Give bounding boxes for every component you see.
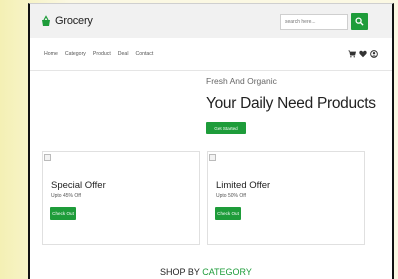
offer-title: Special Offer bbox=[51, 180, 106, 191]
basket-icon bbox=[42, 15, 50, 26]
offer-subtitle: Upto 50% Off bbox=[216, 193, 246, 199]
section-heading: SHOP BY CATEGORY bbox=[160, 267, 252, 277]
offer-card-special: Special Offer Upto 45% Off Check Out bbox=[42, 151, 200, 245]
search-icon bbox=[355, 17, 364, 26]
hero-title: Your Daily Need Products bbox=[206, 95, 376, 112]
broken-image-icon bbox=[209, 154, 216, 161]
logo[interactable]: Grocery bbox=[40, 13, 93, 29]
section-heading-accent: CATEGORY bbox=[202, 267, 252, 277]
nav-link-deal[interactable]: Deal bbox=[118, 51, 129, 57]
nav-links: Home Category Product Deal Contact bbox=[44, 51, 153, 57]
cart-icon[interactable] bbox=[348, 50, 356, 58]
nav-link-contact[interactable]: Contact bbox=[135, 51, 153, 57]
browser-viewport: Grocery Home Category Product Deal Conta… bbox=[28, 3, 394, 279]
offer-card-limited: Limited Offer Upto 50% Off Check Out bbox=[207, 151, 365, 245]
logo-text: Grocery bbox=[55, 15, 93, 27]
nav-link-home[interactable]: Home bbox=[44, 51, 58, 57]
check-out-button[interactable]: Check Out bbox=[50, 207, 76, 220]
offer-title: Limited Offer bbox=[216, 180, 271, 191]
nav-link-category[interactable]: Category bbox=[65, 51, 86, 57]
broken-image-icon bbox=[44, 154, 51, 161]
offer-subtitle: Upto 45% Off bbox=[51, 193, 81, 199]
nav-bar: Home Category Product Deal Contact bbox=[30, 38, 392, 71]
search-button[interactable] bbox=[351, 13, 368, 30]
hero-subtitle: Fresh And Organic bbox=[206, 76, 277, 86]
section-heading-prefix: SHOP BY bbox=[160, 267, 200, 277]
top-bar: Grocery bbox=[30, 4, 392, 38]
nav-icons bbox=[348, 50, 378, 58]
get-started-button[interactable]: Get Started bbox=[206, 122, 246, 134]
check-out-button[interactable]: Check Out bbox=[215, 207, 241, 220]
heart-icon[interactable] bbox=[359, 50, 367, 58]
nav-link-product[interactable]: Product bbox=[93, 51, 111, 57]
search-input[interactable] bbox=[280, 14, 348, 30]
user-icon[interactable] bbox=[370, 50, 378, 58]
